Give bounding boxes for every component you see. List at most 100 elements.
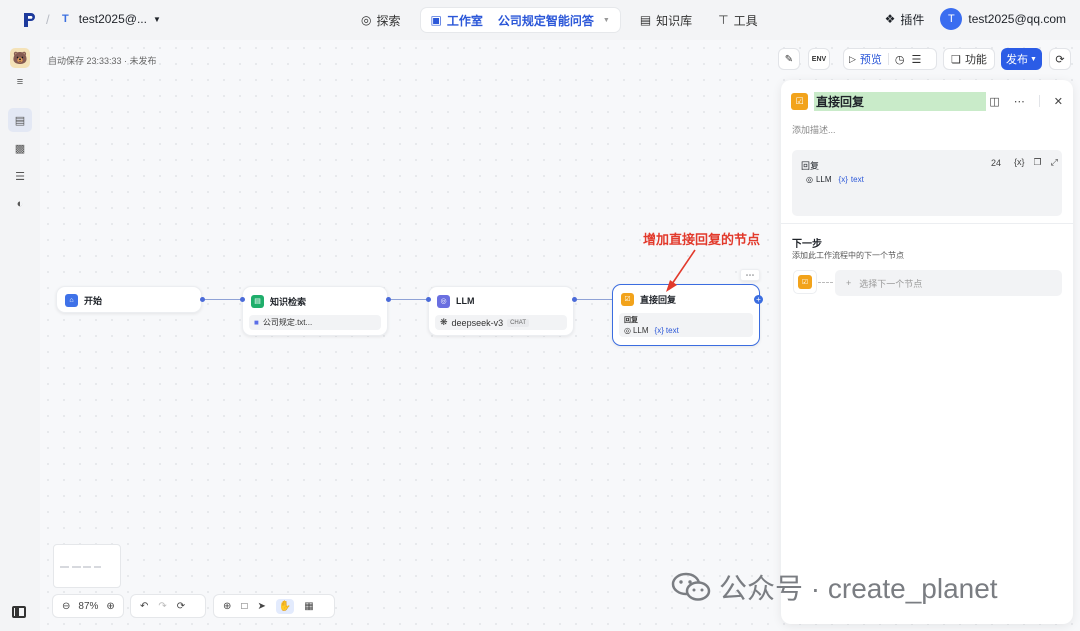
nav-tools-label: 工具 xyxy=(733,13,758,28)
copy-icon[interactable]: ❐ xyxy=(1034,157,1042,168)
nav-explore-label: 探索 xyxy=(376,13,401,28)
llm-output-port[interactable] xyxy=(572,297,577,302)
edge-start-knowledge xyxy=(203,299,241,300)
node-start-title: 开始 xyxy=(84,295,103,306)
current-app-name[interactable]: 公司规定智能问答 xyxy=(498,12,594,29)
knowledge-dataset: ■ 公司规定.txt... xyxy=(249,315,381,330)
redo-icon[interactable]: ↷ xyxy=(158,601,166,612)
version-history-button[interactable]: ⟳ xyxy=(1049,48,1071,70)
history-icon: ⟳ xyxy=(1055,53,1065,66)
monitoring-icon[interactable]: ◐ xyxy=(8,192,32,216)
cube-icon: ❖ xyxy=(884,12,896,26)
answer-icon: ☑ xyxy=(791,92,808,110)
zoom-level[interactable]: 87% xyxy=(78,601,98,612)
hand-icon[interactable]: ✋ xyxy=(275,598,295,614)
reply-var-source: LLM xyxy=(815,175,832,184)
chevron-down-icon: ▼ xyxy=(152,14,161,24)
expand-icon[interactable]: ⤢ xyxy=(1051,157,1058,168)
nav-explore[interactable]: ◎ 探索 xyxy=(355,8,407,32)
node-knowledge-retrieval[interactable]: ▤ 知识检索 ■ 公司规定.txt... xyxy=(242,286,388,336)
reply-editor[interactable]: 回复 24 {x} ❐ ⤢ ◎ LLM {x} text xyxy=(792,150,1062,216)
chat-variables-icon: ✎ xyxy=(784,53,794,65)
app-avatar-icon[interactable]: 🐻 xyxy=(10,48,30,68)
publish-button[interactable]: 发布 ▼ xyxy=(1001,48,1042,70)
workspace-switcher[interactable]: T test2025@... ▼ xyxy=(62,12,161,26)
pointer-icon[interactable]: ➤ xyxy=(257,601,265,612)
insert-variable-icon[interactable]: {x} xyxy=(1014,157,1025,168)
orchestrate-icon[interactable]: ▤ xyxy=(8,108,32,132)
reply-var-name: text xyxy=(850,175,864,184)
breadcrumb-separator: / xyxy=(46,12,50,27)
reply-variable: ◎ LLM {x} text xyxy=(806,175,864,184)
canvas-tools: ⊕ □ ➤ ✋ ▦ xyxy=(213,594,335,618)
plugins-button[interactable]: ❖ 插件 xyxy=(885,11,925,28)
checklist-icon[interactable]: ☰ xyxy=(912,53,922,66)
env-variables-button[interactable]: ✎ xyxy=(778,48,800,70)
nav-studio[interactable]: ▣ 工作室 公司规定智能问答 ▼ xyxy=(420,8,620,32)
add-node-icon[interactable]: ⊕ xyxy=(223,601,231,612)
knowledge-output-port[interactable] xyxy=(386,297,391,302)
add-note-icon[interactable]: □ xyxy=(241,601,247,612)
knowledge-file-name: 公司规定.txt... xyxy=(262,318,313,327)
brain-icon: ◎ xyxy=(437,294,450,308)
publish-label: 发布 xyxy=(1006,54,1029,66)
play-icon[interactable]: ▷ xyxy=(849,54,856,65)
chevron-down-icon: ▼ xyxy=(1030,55,1037,63)
answer-var-source: LLM xyxy=(632,326,649,335)
preview-button[interactable]: 预览 xyxy=(860,51,882,67)
organize-icon[interactable]: ▦ xyxy=(304,601,313,612)
next-step-description: 添加此工作流程中的下一个节点 xyxy=(792,251,904,260)
node-llm[interactable]: ◎ LLM ❋ deepseek-v3 CHAT xyxy=(428,286,574,336)
answer-icon: ☑ xyxy=(798,275,812,289)
workspace-name: test2025@... xyxy=(78,12,147,26)
llm-input-port[interactable] xyxy=(426,297,431,302)
top-right-actions: ❖ 插件 T test2025@qq.com xyxy=(885,8,1066,30)
variable-icon: {x} xyxy=(838,175,848,184)
left-rail: 🐻 ≡ ▤ ▩ ☰ ◐ xyxy=(0,40,40,631)
zoom-out-icon[interactable]: ⊖ xyxy=(62,601,70,612)
description-input[interactable]: 添加描述... xyxy=(792,123,836,136)
nav-tools[interactable]: ⊤ 工具 xyxy=(712,8,763,32)
logs-icon[interactable]: ☰ xyxy=(8,164,32,188)
add-next-node-icon[interactable]: + xyxy=(754,295,763,304)
env-button[interactable]: ENV xyxy=(808,48,830,70)
book-icon: ▤ xyxy=(251,294,264,308)
minimap[interactable] xyxy=(53,544,121,588)
user-menu[interactable]: T test2025@qq.com xyxy=(940,8,1066,30)
compass-icon: ◎ xyxy=(361,13,372,27)
home-icon: ⌂ xyxy=(65,293,78,307)
zoom-in-icon[interactable]: ⊕ xyxy=(106,601,114,612)
start-output-port[interactable] xyxy=(200,297,205,302)
llm-model: ❋ deepseek-v3 CHAT xyxy=(435,315,567,330)
node-start[interactable]: ⌂ 开始 xyxy=(56,286,202,313)
llm-model-name: deepseek-v3 xyxy=(451,317,504,328)
undo-icon[interactable]: ↶ xyxy=(140,601,148,612)
select-next-node-button[interactable]: + 选择下一个节点 xyxy=(835,270,1062,296)
collapse-sidebar-icon[interactable] xyxy=(12,606,26,618)
annotation-arrow-icon xyxy=(666,249,696,292)
more-dots-icon: ⋯ xyxy=(745,269,755,280)
settings-sliders-icon[interactable]: ≡ xyxy=(8,70,32,94)
llm-mode-badge: CHAT xyxy=(507,318,529,327)
nav-knowledge[interactable]: ▤ 知识库 xyxy=(634,8,698,32)
zoom-controls: ⊖ 87% ⊕ xyxy=(52,594,124,618)
answer-var-name: text xyxy=(665,326,679,335)
workflow-history-icon[interactable]: ⟳ xyxy=(177,601,185,612)
autosave-status: 自动保存 23:33:33 · 未发布 xyxy=(48,56,157,66)
panel-title[interactable]: 直接回复 xyxy=(814,91,986,111)
answer-field-label: 回复 xyxy=(624,317,638,324)
api-access-icon[interactable]: ▩ xyxy=(8,136,32,160)
app-logo-icon[interactable] xyxy=(22,12,36,28)
close-icon[interactable]: ✕ xyxy=(1054,95,1063,108)
checklist-clock-icon[interactable]: ◷ xyxy=(895,53,905,66)
knowledge-input-port[interactable] xyxy=(240,297,245,302)
wechat-icon xyxy=(671,572,711,601)
more-dots-icon[interactable]: ⋯ xyxy=(1014,95,1025,108)
watermark: 公众号 · create_planet xyxy=(671,567,998,607)
node-config-panel: ☑ 直接回复 ◫ ⋯ ✕ 添加描述... 回复 24 {x} ❐ ⤢ ◎ LLM… xyxy=(781,80,1073,624)
llm-var-icon: ◎ xyxy=(806,175,813,184)
help-docs-icon[interactable]: ◫ xyxy=(989,95,999,108)
node-more-button[interactable]: ⋯ xyxy=(740,269,760,281)
features-button[interactable]: ❏ 功能 xyxy=(943,48,995,70)
next-step-title: 下一步 xyxy=(792,239,822,250)
